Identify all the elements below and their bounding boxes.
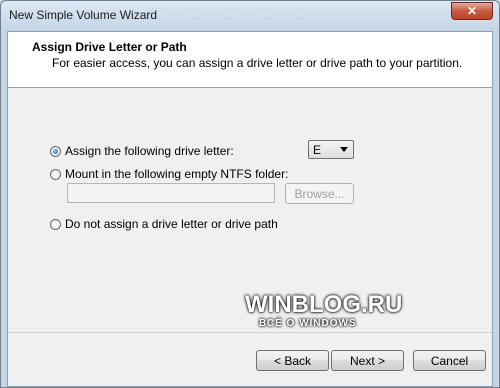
next-button[interactable]: Next >	[331, 350, 404, 371]
watermark: WINBLOG.RU ВСЁ О WINDOWS	[245, 292, 402, 330]
wizard-window: New Simple Volume Wizard · · · · · · · · ·…	[0, 0, 500, 388]
option-label: Mount in the following empty NTFS folder…	[65, 167, 289, 181]
drive-letter-value: E	[313, 143, 322, 157]
browse-button[interactable]: Browse...	[285, 183, 354, 204]
close-icon: ✕	[466, 4, 478, 18]
radio-mount-folder[interactable]	[50, 168, 61, 180]
close-button[interactable]: ✕	[451, 2, 493, 20]
background-ghost: · · · · · · · · · · · · · · · · · · · · · · · ·…	[151, 3, 304, 23]
back-button[interactable]: < Back	[256, 350, 329, 371]
window-title: New Simple Volume Wizard	[9, 8, 158, 22]
option-mount-folder[interactable]: Mount in the following empty NTFS folder…	[50, 167, 288, 181]
option-label: Assign the following drive letter:	[65, 144, 234, 158]
drive-letter-dropdown[interactable]: E	[308, 140, 354, 159]
radio-assign-letter[interactable]	[50, 145, 61, 157]
option-label: Do not assign a drive letter or drive pa…	[65, 217, 278, 231]
watermark-title: WINBLOG.RU	[245, 291, 403, 318]
watermark-subtitle: ВСЁ О WINDOWS	[259, 318, 357, 329]
option-assign-letter[interactable]: Assign the following drive letter:	[50, 144, 234, 158]
cancel-button[interactable]: Cancel	[413, 350, 486, 371]
chevron-down-icon	[340, 147, 348, 152]
folder-path-field[interactable]	[67, 183, 275, 203]
page-subtitle: For easier access, you can assign a driv…	[52, 56, 463, 70]
wizard-header: Assign Drive Letter or Path For easier a…	[8, 32, 492, 88]
option-no-letter[interactable]: Do not assign a drive letter or drive pa…	[50, 217, 278, 231]
radio-no-letter[interactable]	[50, 218, 61, 230]
footer-divider	[8, 332, 492, 333]
wizard-body: Assign Drive Letter or Path For easier a…	[7, 31, 493, 387]
title-bar[interactable]: New Simple Volume Wizard · · · · · · · · ·…	[1, 1, 499, 31]
page-title: Assign Drive Letter or Path	[32, 40, 187, 54]
